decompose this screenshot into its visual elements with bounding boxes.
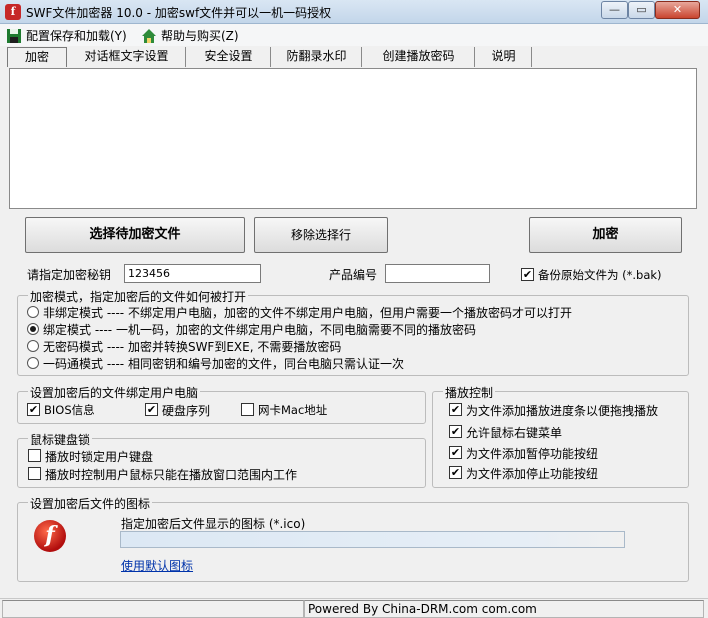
mode-radio-unbound[interactable] bbox=[27, 306, 39, 318]
tab-encrypt[interactable]: 加密 bbox=[7, 47, 67, 67]
remove-selected-button[interactable]: 移除选择行 bbox=[254, 217, 388, 253]
progress-bar-label: 为文件添加播放进度条以便拖拽播放 bbox=[466, 404, 659, 418]
keyboard-lock-checkbox[interactable] bbox=[28, 449, 41, 462]
window-title: SWF文件加密器 10.0 - 加密swf文件并可以一机一码授权 bbox=[26, 6, 332, 20]
progress-bar-checkbox[interactable]: ✔ bbox=[449, 403, 462, 416]
mode-label-unbound: 非绑定模式 ---- 不绑定用户电脑，加密的文件不绑定用户电脑，但用户需要一个播… bbox=[43, 306, 572, 320]
playback-group-title: 播放控制 bbox=[443, 384, 496, 401]
mode-radio-nopassword[interactable] bbox=[27, 340, 39, 352]
menu-help-label: 帮助与购买(Z) bbox=[161, 29, 239, 43]
tab-bar: 加密 对话框文字设置 安全设置 防翻录水印 创建播放密码 说明 bbox=[4, 47, 704, 67]
mode-label-nopassword: 无密码模式 ---- 加密并转换SWF到EXE, 不需要播放密码 bbox=[43, 340, 342, 354]
bios-label: BIOS信息 bbox=[44, 403, 95, 417]
menu-bar: 配置保存和加载(Y) 帮助与购买(Z) bbox=[0, 24, 708, 46]
key-input[interactable]: 123456 bbox=[124, 264, 261, 283]
pause-button-checkbox[interactable]: ✔ bbox=[449, 446, 462, 459]
app-icon: f bbox=[5, 4, 21, 20]
default-icon-link[interactable]: 使用默认图标 bbox=[121, 557, 193, 574]
stop-button-checkbox[interactable]: ✔ bbox=[449, 466, 462, 479]
mouse-lock-label: 播放时控制用户鼠标只能在播放窗口范围内工作 bbox=[45, 468, 298, 482]
tab-dialog-text[interactable]: 对话框文字设置 bbox=[68, 47, 186, 67]
save-icon bbox=[6, 28, 22, 44]
disk-label: 硬盘序列 bbox=[162, 404, 211, 418]
lock-group-title: 鼠标键盘锁 bbox=[28, 431, 93, 448]
mode-group-title: 加密模式，指定加密后的文件如何被打开 bbox=[28, 288, 249, 305]
status-cell-2: Powered By China-DRM.com com.com bbox=[304, 600, 704, 618]
disk-checkbox[interactable]: ✔ bbox=[145, 403, 158, 416]
tab-play-password[interactable]: 创建播放密码 bbox=[363, 47, 475, 67]
tab-watermark[interactable]: 防翻录水印 bbox=[272, 47, 362, 67]
tab-help[interactable]: 说明 bbox=[476, 47, 532, 67]
product-input[interactable] bbox=[385, 264, 490, 283]
mode-label-bound: 绑定模式 ---- 一机一码，加密的文件绑定用户电脑，不同电脑需要不同的播放密码 bbox=[43, 323, 476, 337]
menu-help[interactable]: 帮助与购买(Z) bbox=[141, 27, 239, 44]
mode-radio-bound[interactable] bbox=[27, 323, 39, 335]
stop-button-label: 为文件添加停止功能按纽 bbox=[466, 467, 599, 481]
product-label: 产品编号 bbox=[329, 268, 378, 282]
minimize-button[interactable]: — bbox=[601, 1, 628, 19]
mac-checkbox[interactable] bbox=[241, 403, 254, 416]
backup-checkbox[interactable]: ✔ bbox=[521, 268, 534, 281]
status-cell-1 bbox=[2, 600, 304, 618]
mode-radio-onecode[interactable] bbox=[27, 357, 39, 369]
status-bar: Powered By China-DRM.com com.com bbox=[0, 598, 708, 618]
bind-group-title: 设置加密后的文件绑定用户电脑 bbox=[28, 384, 201, 401]
title-bar[interactable]: f SWF文件加密器 10.0 - 加密swf文件并可以一机一码授权 — ▭ ✕ bbox=[0, 0, 708, 24]
backup-label: 备份原始文件为 (*.bak) bbox=[538, 268, 662, 282]
maximize-button[interactable]: ▭ bbox=[628, 1, 655, 19]
flash-icon[interactable]: f bbox=[34, 520, 66, 552]
pause-button-label: 为文件添加暂停功能按纽 bbox=[466, 447, 599, 461]
right-menu-label: 允许鼠标右键菜单 bbox=[466, 426, 563, 440]
icon-hint: 指定加密后文件显示的图标 (*.ico) bbox=[121, 517, 306, 531]
encrypt-button[interactable]: 加密 bbox=[529, 217, 682, 253]
mac-label: 网卡Mac地址 bbox=[258, 403, 328, 417]
home-icon bbox=[141, 28, 157, 44]
bios-checkbox[interactable]: ✔ bbox=[27, 403, 40, 416]
menu-config[interactable]: 配置保存和加载(Y) bbox=[6, 27, 127, 44]
mouse-lock-checkbox[interactable] bbox=[28, 467, 41, 480]
right-menu-checkbox[interactable]: ✔ bbox=[449, 425, 462, 438]
select-files-button[interactable]: 选择待加密文件 bbox=[25, 217, 245, 253]
menu-config-label: 配置保存和加载(Y) bbox=[26, 29, 127, 43]
icon-group-title: 设置加密后文件的图标 bbox=[28, 495, 153, 512]
tab-security[interactable]: 安全设置 bbox=[187, 47, 271, 67]
key-label: 请指定加密秘钥 bbox=[27, 268, 112, 282]
icon-path-input[interactable] bbox=[120, 531, 625, 548]
close-button[interactable]: ✕ bbox=[655, 1, 700, 19]
file-list[interactable] bbox=[9, 68, 697, 209]
mode-label-onecode: 一码通模式 ---- 相同密钥和编号加密的文件，同台电脑只需认证一次 bbox=[43, 357, 404, 371]
keyboard-lock-label: 播放时锁定用户键盘 bbox=[45, 450, 154, 464]
